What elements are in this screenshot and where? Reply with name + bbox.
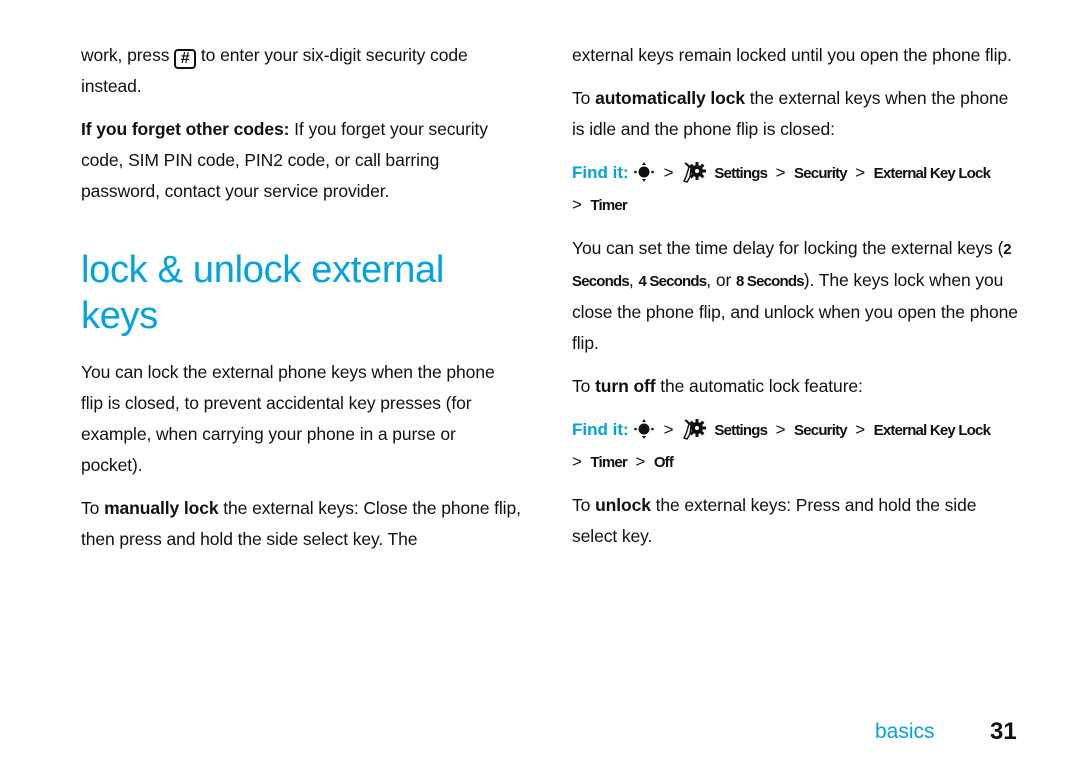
- path-separator: >: [775, 420, 786, 439]
- right-column: external keys remain locked until you op…: [572, 40, 1022, 552]
- left-column: work, press # to enter your six-digit se…: [81, 40, 521, 555]
- auto-lock-paragraph: To automatically lock the external keys …: [572, 83, 1022, 145]
- hash-key-icon: #: [174, 49, 197, 69]
- settings-icon: [682, 162, 706, 183]
- auto-lock-prefix: To: [572, 88, 591, 108]
- navigation-key-icon: [634, 419, 654, 439]
- forget-codes-paragraph: If you forget other codes: If you forget…: [81, 114, 521, 207]
- find-it-label: Find it:: [572, 163, 629, 182]
- option-8-seconds: 8 Seconds: [735, 273, 805, 290]
- turn-off-prefix: To: [572, 376, 591, 396]
- path-timer: Timer: [590, 197, 627, 214]
- footer-section-label: basics: [875, 720, 935, 743]
- description-paragraph: You can lock the external phone keys whe…: [81, 362, 495, 475]
- manual-lock-paragraph: To manually lock the external keys: Clos…: [81, 493, 521, 555]
- manual-lock-label: manually lock: [104, 498, 219, 518]
- timer-desc-before: You can set the time delay for locking t…: [572, 238, 1004, 258]
- forget-codes-label: If you forget other codes:: [81, 119, 290, 139]
- path-external-key-lock: External Key Lock: [873, 165, 991, 182]
- unlock-label: unlock: [595, 495, 651, 515]
- turn-off-label: turn off: [595, 376, 656, 396]
- path-separator: >: [635, 452, 646, 471]
- path-separator: >: [572, 195, 582, 214]
- path-separator: >: [855, 420, 866, 439]
- page-number: 31: [990, 718, 1017, 745]
- auto-lock-label: automatically lock: [595, 88, 745, 108]
- path-off: Off: [653, 454, 674, 471]
- find-it-label: Find it:: [572, 420, 629, 439]
- path-security: Security: [794, 165, 848, 182]
- settings-icon: [682, 419, 706, 440]
- intro-paragraph: work, press # to enter your six-digit se…: [81, 40, 521, 102]
- path-timer: Timer: [590, 454, 627, 471]
- path-external-key-lock: External Key Lock: [873, 422, 991, 439]
- navigation-key-icon: [634, 162, 654, 182]
- option-4-seconds: 4 Seconds: [638, 273, 707, 290]
- path-separator: >: [663, 420, 674, 439]
- manual-lock-prefix: To: [81, 498, 100, 518]
- path-settings: Settings: [714, 422, 768, 439]
- path-separator: >: [775, 163, 786, 182]
- find-it-off: Find it: > Settings > Security > Externa…: [572, 414, 1022, 478]
- path-separator: >: [855, 163, 866, 182]
- path-separator: >: [572, 452, 582, 471]
- section-heading: lock & unlock external keys: [81, 249, 445, 337]
- turn-off-paragraph: To turn off the automatic lock feature:: [572, 371, 1022, 402]
- unlock-paragraph: To unlock the external keys: Press and h…: [572, 490, 1022, 552]
- path-security: Security: [794, 422, 848, 439]
- path-settings: Settings: [714, 165, 768, 182]
- unlock-prefix: To: [572, 495, 591, 515]
- continued-paragraph: external keys remain locked until you op…: [572, 45, 1012, 65]
- find-it-timer: Find it: > Settings > Security > Externa…: [572, 157, 1022, 221]
- timer-description-paragraph: You can set the time delay for locking t…: [572, 233, 1022, 359]
- path-separator: >: [663, 163, 674, 182]
- turn-off-text: the automatic lock feature:: [660, 376, 863, 396]
- option-separator: , or: [706, 270, 736, 290]
- intro-text-before: work, press: [81, 45, 170, 65]
